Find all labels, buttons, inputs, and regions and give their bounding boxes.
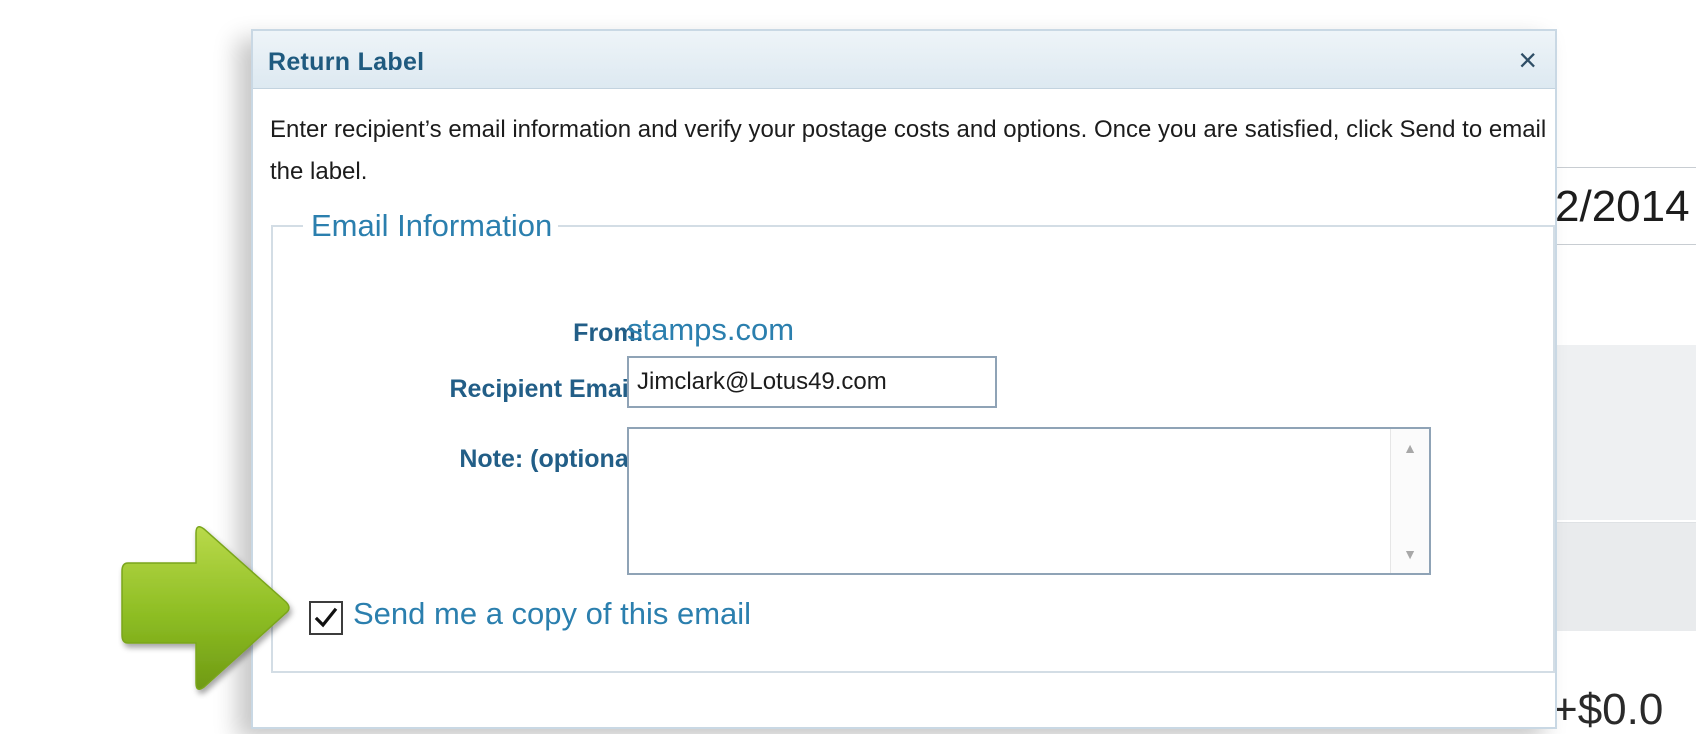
- recipient-email-label: Recipient Email:: [449, 375, 645, 403]
- dialog-instructions: Enter recipient’s email information and …: [270, 116, 1547, 185]
- background-panel: [1548, 345, 1696, 520]
- green-arrow-icon: [121, 526, 290, 690]
- send-copy-checkbox[interactable]: [309, 601, 343, 635]
- scroll-up-icon[interactable]: ▲: [1391, 431, 1429, 465]
- background-cost-text: +$0.0: [1552, 685, 1664, 734]
- dialog-header: Return Label ×: [253, 31, 1555, 89]
- scroll-down-icon[interactable]: ▼: [1391, 537, 1429, 571]
- email-information-legend: Email Information: [303, 205, 559, 247]
- background-date-field: 2/2014: [1548, 167, 1696, 245]
- checkmark-icon: [314, 607, 338, 628]
- note-textarea-container: ▲ ▼: [627, 427, 1431, 575]
- dialog-title: Return Label: [268, 48, 425, 76]
- recipient-email-input[interactable]: [627, 356, 997, 408]
- note-scrollbar[interactable]: ▲ ▼: [1390, 429, 1429, 573]
- email-information-fieldset: Email Information From: stamps.com Recip…: [271, 205, 1555, 673]
- send-copy-label[interactable]: Send me a copy of this email: [353, 596, 751, 632]
- background-panel-lower: [1548, 522, 1696, 631]
- background-date-text: 2/2014: [1555, 182, 1690, 231]
- close-icon[interactable]: ×: [1518, 41, 1537, 79]
- note-textarea[interactable]: [629, 429, 1391, 573]
- return-label-dialog: Return Label × Enter recipient’s email i…: [251, 29, 1557, 729]
- note-label: Note: (optional): [459, 445, 644, 473]
- from-value: stamps.com: [627, 312, 795, 347]
